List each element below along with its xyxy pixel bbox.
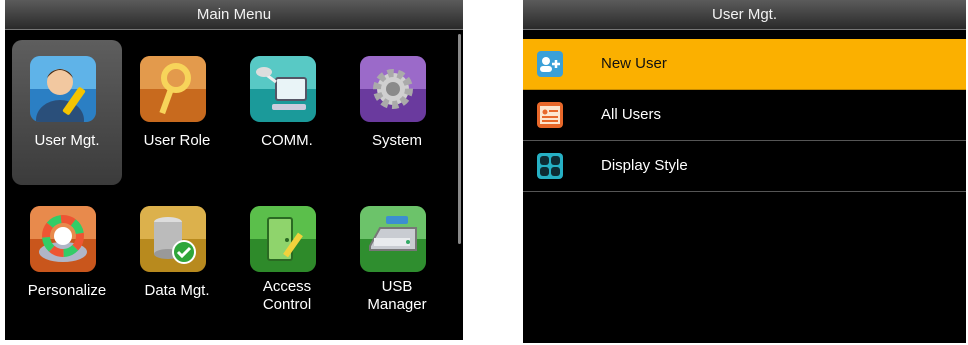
key-icon [140,56,206,122]
usb-drive-icon [360,206,426,272]
main-menu-screen: Main Menu User Mgt. User Role COMM. Syst… [5,0,463,340]
main-menu-title: Main Menu [5,0,463,30]
door-icon [250,206,316,272]
tile-label: Access Control [262,278,312,313]
menu-item-display-style[interactable]: Display Style [523,141,966,192]
user-mgt-screen: User Mgt. New User All Users Display Sty… [523,0,966,343]
tile-label: User Mgt. [34,132,100,149]
tile-label: User Role [143,132,211,149]
menu-item-label: Display Style [601,157,688,174]
menu-item-all-users[interactable]: All Users [523,90,966,141]
tile-comm[interactable]: COMM. [232,40,342,185]
tile-data-mgt[interactable]: Data Mgt. [122,190,232,335]
scrollbar[interactable] [458,34,461,244]
tile-personalize[interactable]: Personalize [12,190,122,335]
tile-access-control[interactable]: Access Control [232,190,342,335]
tile-label: Personalize [27,282,107,299]
add-user-icon [537,51,563,77]
color-wheel-icon [30,206,96,272]
database-icon [140,206,206,272]
user-list-icon [537,102,563,128]
tile-label: System [371,132,422,149]
tile-usb-manager[interactable]: USB Manager [342,190,452,335]
tile-label: COMM. [261,132,313,149]
menu-item-new-user[interactable]: New User [523,39,966,90]
tile-label: Data Mgt. [144,282,210,299]
tile-label: USB Manager [367,278,427,313]
tile-user-mgt[interactable]: User Mgt. [12,40,122,185]
menu-item-label: All Users [601,106,662,123]
user-mgt-icon [30,56,96,122]
menu-item-label: New User [601,55,667,72]
grid-style-icon [537,153,563,179]
tile-system[interactable]: System [342,40,452,185]
gear-icon [360,56,426,122]
user-mgt-title: User Mgt. [523,0,966,30]
network-icon [250,56,316,122]
tile-user-role[interactable]: User Role [122,40,232,185]
